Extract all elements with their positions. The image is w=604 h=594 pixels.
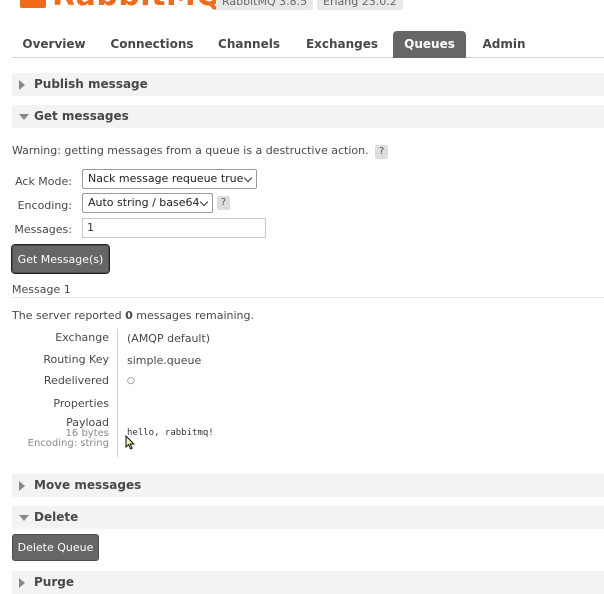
delete-queue-button[interactable]: Delete Queue	[12, 534, 99, 561]
warning-text: Warning: getting messages from a queue i…	[12, 144, 369, 157]
get-messages-section[interactable]: Get messages	[12, 105, 604, 128]
payload-value: hello, rabbitmq!	[127, 428, 214, 438]
tab-overview[interactable]: Overview	[12, 31, 96, 58]
encoding-value: Auto string / base64	[88, 196, 200, 209]
messages-count-input[interactable]: 1	[82, 218, 266, 238]
server-report: The server reported 0 messages remaining…	[12, 309, 254, 322]
chevron-down-icon	[243, 173, 253, 183]
server-report-suffix: messages remaining.	[132, 309, 254, 322]
publish-message-section[interactable]: Publish message	[12, 73, 604, 96]
encoding-label: Encoding:	[17, 199, 72, 212]
purge-section[interactable]: Purge	[12, 571, 604, 594]
remaining-count: 0	[125, 309, 133, 322]
redelivered-value: ○	[127, 376, 135, 386]
tab-channels[interactable]: Channels	[210, 31, 288, 58]
destructive-warning: Warning: getting messages from a queue i…	[12, 144, 389, 159]
erlang-badge: Erlang 23.0.2	[317, 0, 403, 10]
collapse-arrow-icon	[19, 114, 29, 120]
get-messages-button[interactable]: Get Message(s)	[11, 244, 110, 274]
exchange-value: (AMQP default)	[127, 332, 211, 345]
expand-arrow-icon	[19, 80, 25, 90]
redelivered-label: Redelivered	[43, 374, 109, 387]
delete-section[interactable]: Delete	[12, 506, 604, 529]
section-title: Delete	[34, 510, 79, 524]
chevron-down-icon	[199, 197, 209, 207]
routing-key-value: simple.queue	[127, 354, 202, 367]
help-icon[interactable]: ?	[375, 145, 389, 159]
divider	[12, 297, 604, 298]
collapse-arrow-icon	[19, 515, 29, 521]
version-badge: RabbitMQ 3.8.5	[216, 0, 314, 10]
tab-queues[interactable]: Queues	[393, 31, 466, 58]
exchange-label: Exchange	[55, 331, 109, 344]
section-title: Purge	[34, 575, 74, 589]
properties-label: Properties	[53, 397, 109, 410]
main-tabs: Overview Connections Channels Exchanges …	[12, 31, 604, 58]
logo-text: RabbitMQ	[52, 0, 222, 13]
server-report-prefix: The server reported	[12, 309, 126, 322]
ack-mode-select[interactable]: Nack message requeue true	[82, 169, 257, 189]
encoding-help-icon[interactable]: ?	[217, 196, 230, 210]
section-title: Publish message	[34, 77, 148, 91]
move-messages-section[interactable]: Move messages	[12, 474, 604, 497]
rabbit-logo-icon	[20, 0, 46, 8]
ack-mode-label: Ack Mode:	[15, 175, 72, 188]
routing-key-label: Routing Key	[43, 353, 109, 366]
tab-exchanges[interactable]: Exchanges	[302, 31, 382, 58]
payload-encoding: Encoding: string	[27, 438, 109, 449]
encoding-select[interactable]: Auto string / base64	[82, 193, 213, 213]
section-title: Get messages	[34, 109, 129, 123]
tab-connections[interactable]: Connections	[108, 31, 196, 58]
messages-label: Messages:	[14, 223, 72, 236]
section-title: Move messages	[34, 478, 142, 492]
expand-arrow-icon	[19, 481, 25, 491]
ack-mode-value: Nack message requeue true	[88, 172, 244, 185]
details-divider	[117, 329, 118, 457]
tab-admin[interactable]: Admin	[478, 31, 530, 58]
message-title: Message 1	[12, 283, 71, 296]
mouse-cursor-icon	[125, 435, 135, 450]
